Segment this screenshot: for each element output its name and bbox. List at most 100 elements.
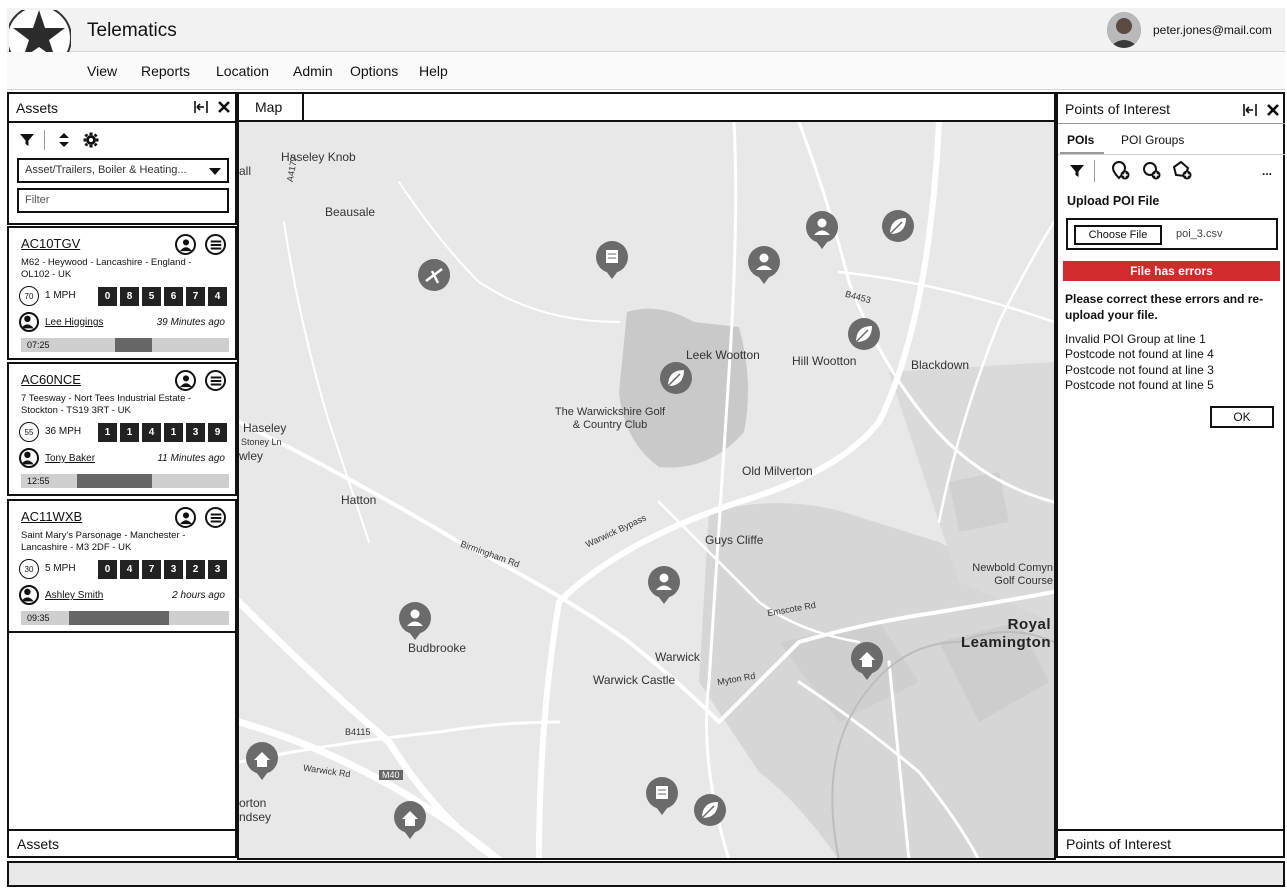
map-place-label: Blackdown bbox=[911, 358, 970, 372]
odometer-digit: 3 bbox=[164, 560, 183, 579]
map-tab-strip bbox=[304, 94, 1054, 122]
error-line: Postcode not found at line 5 bbox=[1065, 378, 1214, 392]
map-road-label: Stoney Ln bbox=[241, 437, 282, 447]
add-poi-icon[interactable] bbox=[1111, 161, 1131, 181]
error-line: Postcode not found at line 3 bbox=[1065, 363, 1214, 377]
map-panel[interactable]: Map Haseley Knob Beausale Leek Wootton H… bbox=[237, 92, 1056, 860]
tab-poi-groups[interactable]: POI Groups bbox=[1121, 133, 1184, 147]
poi-tab-strip bbox=[1181, 829, 1285, 858]
assets-panel-header: Assets Asset/Trailers, Boiler & Heating.… bbox=[7, 92, 237, 225]
menu-help[interactable]: Help bbox=[419, 63, 448, 79]
asset-speed: 5 MPH bbox=[45, 563, 76, 574]
odometer-digit: 1 bbox=[98, 423, 117, 442]
menu-location[interactable]: Location bbox=[216, 63, 269, 79]
activity-timeline[interactable]: 09:35 bbox=[21, 611, 229, 625]
choose-file-button[interactable]: Choose File bbox=[1074, 225, 1162, 245]
divider bbox=[9, 121, 235, 123]
file-input[interactable]: Choose File poi_3.csv bbox=[1066, 218, 1278, 250]
driver-name-link[interactable]: Ashley Smith bbox=[45, 590, 103, 601]
timeline-time: 09:35 bbox=[27, 613, 50, 623]
asset-id-link[interactable]: AC60NCE bbox=[21, 372, 81, 387]
asset-group-select[interactable]: Asset/Trailers, Boiler & Heating... bbox=[17, 158, 229, 183]
map-place-label: Leek Wootton bbox=[686, 348, 760, 362]
divider bbox=[1094, 160, 1095, 182]
odometer-digit: 0 bbox=[98, 560, 117, 579]
activity-timeline[interactable]: 07:25 bbox=[21, 338, 229, 352]
upload-title: Upload POI File bbox=[1067, 194, 1160, 208]
assets-tab-strip bbox=[72, 829, 237, 858]
leaf-marker-icon[interactable] bbox=[660, 362, 692, 394]
map-place-label: Warwick Castle bbox=[593, 673, 676, 687]
driver-avatar-icon bbox=[19, 312, 39, 332]
tab-pois[interactable]: POIs bbox=[1067, 133, 1094, 147]
sort-icon[interactable] bbox=[57, 132, 71, 148]
dock-panel-icon[interactable] bbox=[1242, 102, 1258, 118]
timeline-fill bbox=[77, 474, 153, 488]
close-icon[interactable] bbox=[216, 99, 232, 115]
user-email[interactable]: peter.jones@mail.com bbox=[1153, 23, 1272, 37]
last-seen-time: 39 Minutes ago bbox=[156, 317, 225, 328]
assets-list-empty-area bbox=[7, 633, 237, 829]
more-options-icon[interactable]: ... bbox=[1259, 164, 1275, 178]
asset-id-link[interactable]: AC11WXB bbox=[21, 509, 82, 524]
menu-options[interactable]: Options bbox=[350, 63, 398, 79]
asset-card[interactable]: AC11WXB Saint Mary's Parsonage - Manches… bbox=[7, 499, 237, 633]
app-root: Telematics peter.jones@mail.com View Rep… bbox=[0, 0, 1287, 895]
driver-profile-icon[interactable] bbox=[175, 370, 196, 391]
close-icon[interactable] bbox=[1265, 102, 1281, 118]
asset-card[interactable]: AC10TGV M62 - Heywood - Lancashire - Eng… bbox=[7, 226, 237, 360]
timeline-time: 07:25 bbox=[27, 340, 50, 350]
dock-panel-icon[interactable] bbox=[193, 99, 209, 115]
asset-card[interactable]: AC60NCE 7 Teesway - Nort Tees Industrial… bbox=[7, 362, 237, 496]
tab-points-of-interest[interactable]: Points of Interest bbox=[1056, 829, 1183, 858]
filter-icon[interactable] bbox=[19, 132, 35, 148]
leaf-marker-icon[interactable] bbox=[882, 210, 914, 242]
map-canvas[interactable] bbox=[239, 122, 1054, 860]
driver-profile-icon[interactable] bbox=[175, 234, 196, 255]
timeline-fill bbox=[68, 611, 169, 625]
odometer-digit: 4 bbox=[208, 287, 227, 306]
odometer-digit: 6 bbox=[164, 287, 183, 306]
driver-avatar-icon bbox=[19, 585, 39, 605]
leaf-marker-icon[interactable] bbox=[848, 318, 880, 350]
tab-assets[interactable]: Assets bbox=[7, 829, 74, 858]
chevron-down-icon bbox=[209, 168, 221, 175]
error-line: Postcode not found at line 4 bbox=[1065, 347, 1214, 361]
menu-view[interactable]: View bbox=[87, 63, 117, 79]
divider bbox=[1058, 123, 1285, 124]
asset-id-link[interactable]: AC10TGV bbox=[21, 236, 80, 251]
menu-icon[interactable] bbox=[205, 370, 226, 391]
asset-group-select-value: Asset/Trailers, Boiler & Heating... bbox=[25, 164, 187, 176]
tab-map[interactable]: Map bbox=[239, 94, 304, 122]
add-polygon-poi-icon[interactable] bbox=[1173, 161, 1193, 181]
menu-reports[interactable]: Reports bbox=[141, 63, 190, 79]
map-place-label: orton ndsey bbox=[239, 796, 272, 824]
leaf-marker-icon[interactable] bbox=[694, 794, 726, 826]
asset-filter-input[interactable]: Filter bbox=[17, 188, 229, 213]
last-seen-time: 11 Minutes ago bbox=[157, 453, 225, 464]
gear-icon[interactable] bbox=[83, 132, 99, 148]
speed-limit-badge: 55 bbox=[19, 422, 39, 442]
timeline-fill bbox=[114, 338, 153, 352]
ok-button[interactable]: OK bbox=[1210, 406, 1274, 428]
activity-timeline[interactable]: 12:55 bbox=[21, 474, 229, 488]
user-avatar[interactable] bbox=[1107, 12, 1141, 48]
divider bbox=[44, 130, 45, 150]
odometer-digit: 7 bbox=[186, 287, 205, 306]
map-road-label: M40 bbox=[379, 770, 403, 780]
menu-icon[interactable] bbox=[205, 507, 226, 528]
odometer: 085674 bbox=[98, 287, 227, 306]
menu-admin[interactable]: Admin bbox=[293, 63, 333, 79]
odometer-digit: 8 bbox=[120, 287, 139, 306]
driver-profile-icon[interactable] bbox=[175, 507, 196, 528]
asset-speed: 1 MPH bbox=[45, 290, 76, 301]
driver-name-link[interactable]: Tony Baker bbox=[45, 453, 95, 464]
filter-icon[interactable] bbox=[1069, 163, 1085, 179]
selected-file-name: poi_3.csv bbox=[1176, 228, 1223, 240]
odometer-digit: 0 bbox=[98, 287, 117, 306]
add-circle-poi-icon[interactable] bbox=[1142, 161, 1162, 181]
error-message: Please correct these errors and re-uploa… bbox=[1065, 292, 1264, 322]
menu-icon[interactable] bbox=[205, 234, 226, 255]
driver-name-link[interactable]: Lee Higgings bbox=[45, 317, 103, 328]
map-place-label: The Warwickshire Golf & Country Club bbox=[554, 406, 666, 431]
